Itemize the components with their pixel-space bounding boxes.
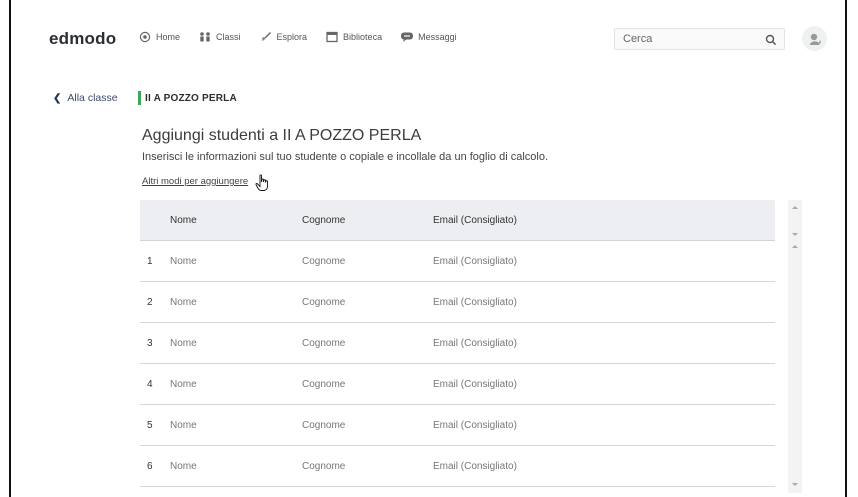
app-window: edmodo Home Classi Esplora Biblioteca Me… [9, 0, 847, 497]
nav-home-label: Home [156, 32, 181, 42]
nav-esplora-label: Esplora [276, 32, 308, 42]
row-index: 2 [147, 296, 153, 308]
last-name-input[interactable] [302, 419, 422, 431]
first-name-input[interactable] [170, 296, 290, 308]
email-input[interactable] [433, 378, 653, 390]
last-name-input[interactable] [302, 460, 422, 472]
table-header: Nome Cognome Email (Consigliato) [140, 200, 775, 241]
row-index: 4 [147, 378, 153, 390]
edmodo-logo[interactable]: edmodo [49, 29, 116, 49]
avatar[interactable] [802, 26, 827, 51]
back-link-label: Alla classe [67, 92, 118, 104]
email-input[interactable] [433, 460, 653, 472]
email-input[interactable] [433, 255, 653, 267]
table-scrollbar[interactable] [788, 241, 802, 493]
email-input[interactable] [433, 296, 653, 308]
last-name-input[interactable] [302, 378, 422, 390]
messages-icon [400, 31, 414, 43]
nav-esplora[interactable]: Esplora [259, 31, 308, 43]
last-name-input[interactable] [302, 296, 422, 308]
row-index: 6 [147, 460, 153, 472]
library-icon [325, 31, 339, 43]
search-icon[interactable] [765, 33, 777, 46]
row-index: 5 [147, 419, 153, 431]
hand-cursor-icon [255, 174, 268, 191]
classes-icon [198, 31, 212, 43]
first-name-input[interactable] [170, 337, 290, 349]
students-table: Nome Cognome Email (Consigliato) 1 2 3 4 [140, 200, 775, 487]
last-name-input[interactable] [302, 337, 422, 349]
first-name-input[interactable] [170, 255, 290, 267]
column-header-nome: Nome [170, 214, 197, 226]
nav-biblioteca-label: Biblioteca [343, 32, 383, 42]
table-row: 5 [140, 405, 775, 446]
scroll-up-arrow-icon[interactable] [792, 245, 798, 248]
table-row: 6 [140, 446, 775, 487]
main-nav: Home Classi Esplora Biblioteca Messaggi [138, 31, 475, 43]
table-row: 2 [140, 282, 775, 323]
row-index: 1 [147, 255, 153, 267]
email-input[interactable] [433, 337, 653, 349]
scroll-down-arrow-icon[interactable] [792, 483, 798, 486]
home-icon [138, 31, 152, 43]
row-index: 3 [147, 337, 153, 349]
scroll-up-arrow-icon[interactable] [792, 206, 798, 209]
class-breadcrumb: II A POZZO PERLA [138, 91, 237, 105]
first-name-input[interactable] [170, 378, 290, 390]
back-to-class-link[interactable]: ❮ Alla classe [53, 92, 118, 104]
email-input[interactable] [433, 419, 653, 431]
nav-classi-label: Classi [216, 32, 241, 42]
nav-messaggi-label: Messaggi [418, 32, 457, 42]
page-subtitle: Inserisci le informazioni sul tuo studen… [142, 151, 549, 163]
nav-biblioteca[interactable]: Biblioteca [325, 31, 382, 43]
scroll-down-arrow-icon[interactable] [792, 233, 798, 236]
search-input[interactable] [623, 33, 765, 45]
nav-home[interactable]: Home [138, 31, 180, 43]
first-name-input[interactable] [170, 460, 290, 472]
column-header-email: Email (Consigliato) [433, 214, 517, 226]
header-scrollbar[interactable] [788, 200, 802, 241]
search-box [614, 28, 785, 50]
table-row: 1 [140, 241, 775, 282]
chevron-left-icon: ❮ [53, 92, 62, 104]
table-row: 3 [140, 323, 775, 364]
user-avatar-icon [809, 33, 821, 45]
class-color-bar [138, 91, 141, 105]
nav-messaggi[interactable]: Messaggi [400, 31, 457, 43]
last-name-input[interactable] [302, 255, 422, 267]
column-header-cognome: Cognome [302, 214, 346, 226]
first-name-input[interactable] [170, 419, 290, 431]
other-ways-link[interactable]: Altri modi per aggiungere [142, 176, 248, 187]
nav-classi[interactable]: Classi [198, 31, 241, 43]
rocket-icon [259, 31, 273, 43]
top-navbar: edmodo Home Classi Esplora Biblioteca Me… [11, 0, 845, 72]
table-row: 4 [140, 364, 775, 405]
class-name: II A POZZO PERLA [145, 92, 237, 104]
page-title: Aggiungi studenti a II A POZZO PERLA [142, 127, 422, 144]
